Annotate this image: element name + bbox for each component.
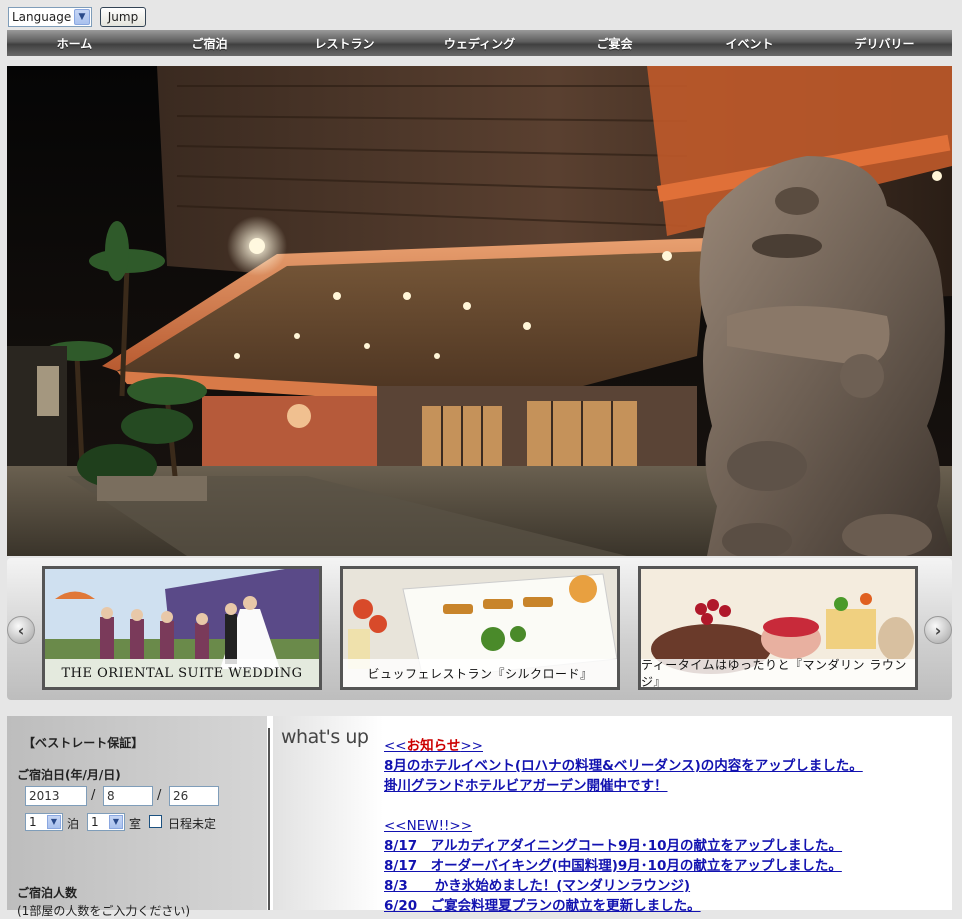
nights-select[interactable]: 1 ▼ (25, 813, 63, 831)
language-select-value: Language (12, 10, 72, 24)
thumb-lounge[interactable]: ティータイムはゆったりと『マンダリン ラウンジ』 (638, 566, 918, 690)
thumb-caption: ビュッフェレストラン『シルクロード』 (343, 659, 617, 687)
main-nav: ホーム ご宿泊 レストラン ウェディング ご宴会 イベント デリバリー (7, 30, 952, 56)
thumb-wedding[interactable]: THE ORIENTAL SUITE WEDDING (42, 566, 322, 690)
month-input[interactable]: 8 (103, 786, 153, 806)
thumb-caption: THE ORIENTAL SUITE WEDDING (45, 659, 319, 687)
thumb-caption: ティータイムはゆったりと『マンダリン ラウンジ』 (641, 658, 915, 687)
slider-prev-button[interactable]: ‹ (7, 616, 35, 644)
nav-stay[interactable]: ご宿泊 (142, 35, 277, 52)
chevron-down-icon: ▼ (74, 9, 90, 25)
booking-title: 【ベストレート保証】 (23, 736, 144, 750)
news-link[interactable]: 8/3 かき氷始めました！(マンダリンラウンジ) (384, 876, 944, 896)
chevron-down-icon: ▼ (47, 815, 61, 829)
notice-heading-prefix: << (384, 738, 407, 754)
undecided-label: 日程未定 (168, 817, 217, 831)
notice-link[interactable]: 掛川グランドホテルビアガーデン開催中です！ (384, 776, 944, 796)
date-separator: / (157, 788, 162, 803)
guests-label: ご宿泊人数 (17, 886, 78, 900)
divider (268, 728, 270, 910)
hero-image (7, 66, 952, 556)
feature-slider: ‹ THE ORIENTAL SUITE WEDDING ビュッフェレストラン『… (7, 558, 952, 700)
whats-up-title: what's up (281, 726, 369, 748)
date-separator: / (91, 788, 96, 803)
news-link[interactable]: 8/17 オーダーバイキング(中国料理)9月･10月の献立をアップしました。 (384, 856, 944, 876)
nights-unit: 泊 (67, 817, 80, 831)
booking-panel: 【ベストレート保証】 ご宿泊日(年/月/日) 2013 / 8 / 26 1 ▼… (7, 716, 267, 918)
language-select[interactable]: Language ▼ (8, 7, 92, 27)
hotel-entrance-illustration (7, 66, 952, 556)
nav-banquet[interactable]: ご宴会 (547, 35, 682, 52)
rooms-value: 1 (91, 815, 99, 829)
notice-heading-label: お知らせ (406, 738, 461, 754)
new-heading[interactable]: <<NEW!!>> (384, 816, 944, 836)
guests-note: (1部屋の人数をご入力ください) (17, 904, 190, 918)
chevron-left-icon: ‹ (17, 620, 25, 640)
news-link[interactable]: 8/17 アルカディアダイニングコート9月･10月の献立をアップしました。 (384, 836, 944, 856)
nav-wedding[interactable]: ウェディング (412, 35, 547, 52)
nav-event[interactable]: イベント (682, 35, 817, 52)
slider-next-button[interactable]: › (924, 616, 952, 644)
news-link[interactable]: 6/20 ご宴会料理夏プランの献立を更新しました。 (384, 896, 944, 916)
language-bar: Language ▼ Jump (8, 6, 146, 28)
rooms-unit: 室 (129, 817, 142, 831)
jump-button[interactable]: Jump (100, 7, 146, 27)
chevron-right-icon: › (934, 620, 942, 640)
rooms-select[interactable]: 1 ▼ (87, 813, 125, 831)
nav-restaurant[interactable]: レストラン (277, 35, 412, 52)
whats-up-panel: what's up (273, 716, 383, 910)
date-label: ご宿泊日(年/月/日) (17, 768, 121, 782)
nav-home[interactable]: ホーム (7, 35, 142, 52)
undecided-checkbox[interactable] (149, 815, 162, 828)
day-input[interactable]: 26 (169, 786, 219, 806)
thumb-buffet[interactable]: ビュッフェレストラン『シルクロード』 (340, 566, 620, 690)
nav-delivery[interactable]: デリバリー (817, 35, 952, 52)
chevron-down-icon: ▼ (109, 815, 123, 829)
bottom-section: 【ベストレート保証】 ご宿泊日(年/月/日) 2013 / 8 / 26 1 ▼… (7, 716, 952, 918)
notice-link[interactable]: 8月のホテルイベント(ロハナの料理&ベリーダンス)の内容をアップしました。 (384, 756, 944, 776)
notice-heading[interactable]: <<お知らせ>> (384, 736, 944, 756)
year-input[interactable]: 2013 (25, 786, 87, 806)
notice-heading-suffix: >> (460, 738, 483, 754)
news-list: <<お知らせ>> 8月のホテルイベント(ロハナの料理&ベリーダンス)の内容をアッ… (384, 736, 944, 916)
nights-value: 1 (29, 815, 37, 829)
